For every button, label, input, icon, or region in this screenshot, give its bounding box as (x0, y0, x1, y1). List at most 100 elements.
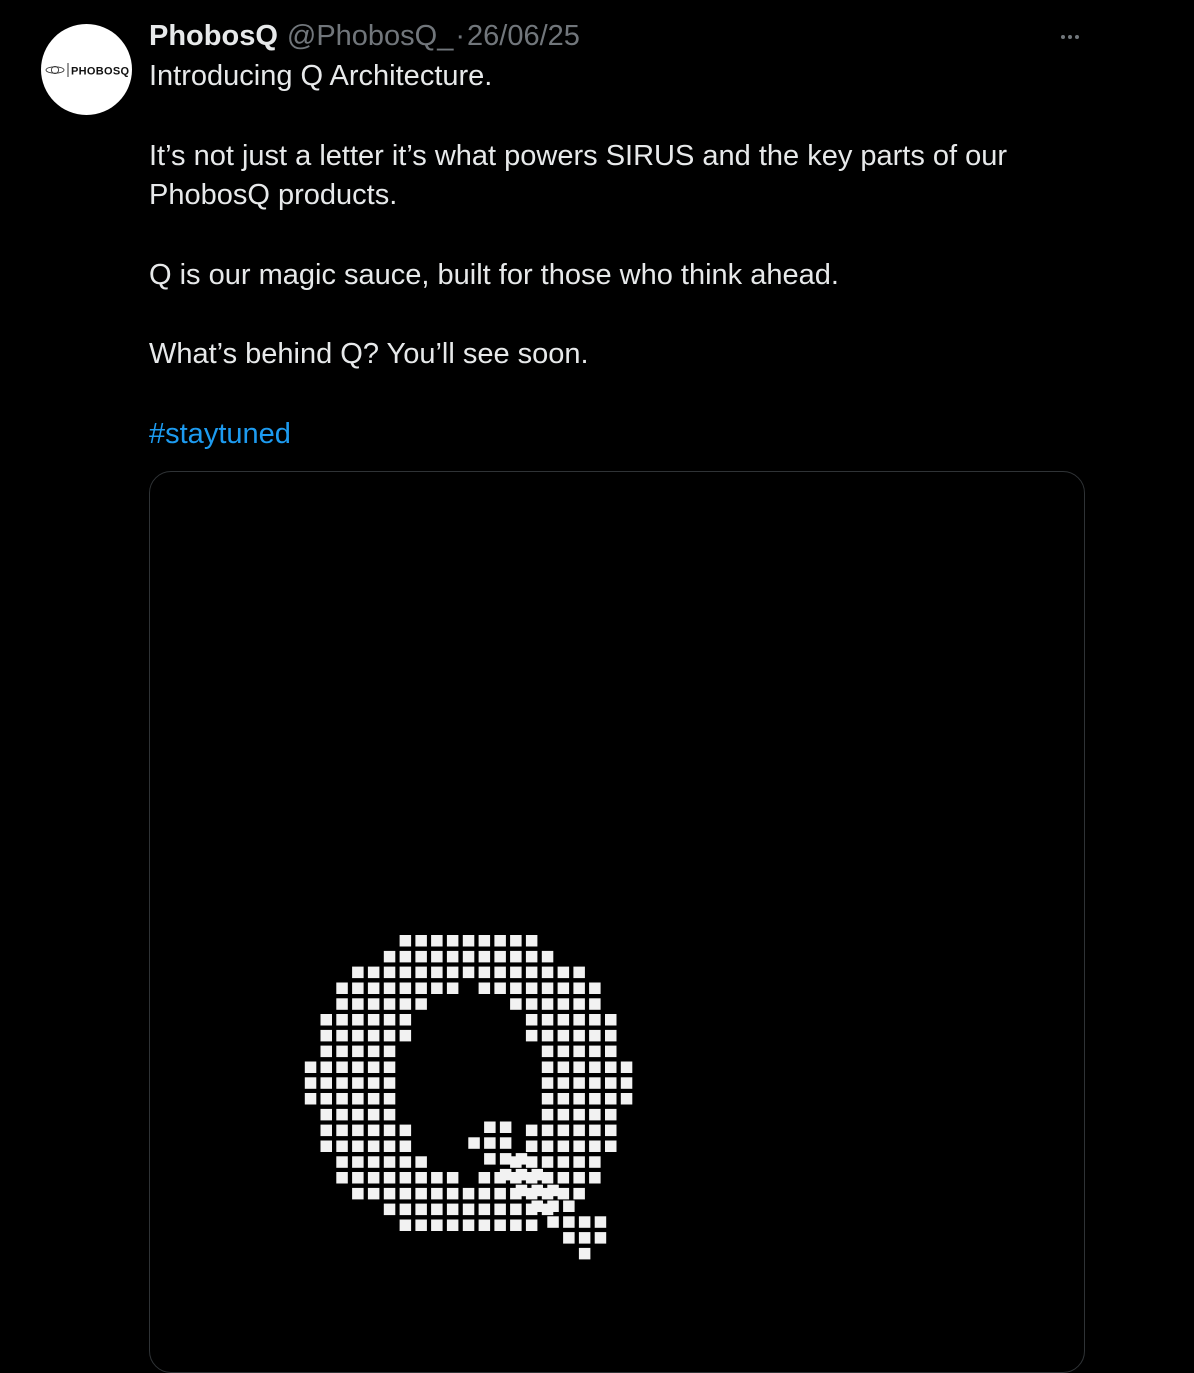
q-pixel-tile (383, 1077, 396, 1089)
q-pixel-tile (415, 982, 427, 994)
q-pixel-tile (367, 1045, 380, 1058)
q-pixel-tile (557, 1093, 570, 1105)
q-pixel-tile (383, 998, 396, 1010)
q-pixel-tile (367, 1172, 380, 1184)
q-pixel-tile (573, 1093, 585, 1105)
q-pixel-tile (589, 1077, 601, 1089)
q-pixel-tile (462, 966, 475, 979)
q-pixel-tile (484, 1121, 496, 1133)
q-pixel-tile (352, 1093, 364, 1105)
hashtag-link[interactable]: #staytuned (149, 418, 291, 450)
q-pixel-tile (494, 1219, 506, 1231)
q-pixel-tile (525, 1124, 538, 1137)
q-pixel-tile (304, 1093, 317, 1105)
q-pixel-tile (541, 1093, 554, 1105)
q-pixel-tile (578, 1216, 591, 1228)
q-pixel-tile (399, 982, 412, 994)
q-pixel-tile (557, 1187, 570, 1200)
q-pixel-tile (383, 1140, 396, 1152)
q-pixel-tile (383, 950, 396, 963)
q-pixel-tile (541, 1061, 554, 1073)
q-pixel-tile (573, 1156, 585, 1168)
q-pixel-tile (525, 1219, 538, 1231)
q-pixel-tile (510, 966, 522, 979)
q-pixel-tile (499, 1153, 512, 1165)
q-pixel-tile (510, 935, 522, 947)
q-pixel-tile (499, 1121, 512, 1133)
q-pixel-tile (336, 1077, 348, 1089)
q-pixel-tile (399, 1172, 412, 1184)
q-pixel-tile (367, 966, 380, 979)
q-pixel-tile (573, 1029, 585, 1042)
q-pixel-tile (557, 982, 570, 994)
tweet-timestamp[interactable]: 26/06/25 (467, 16, 580, 56)
q-pixel-tile (573, 998, 585, 1010)
author-display-name[interactable]: PhobosQ (149, 16, 278, 56)
q-pixel-tile (352, 1172, 364, 1184)
q-pixel-tile (541, 1077, 554, 1089)
q-pixel-tile (320, 1140, 332, 1152)
q-pixel-tile (510, 998, 522, 1010)
q-pixel-tile (336, 1108, 348, 1121)
pixel-q-logo-icon (304, 935, 633, 1260)
more-options-button[interactable] (1050, 20, 1090, 54)
q-pixel-tile (336, 1045, 348, 1058)
q-pixel-tile (446, 1172, 459, 1184)
q-pixel-tile (336, 998, 348, 1010)
tweet[interactable]: PHOBOSQ PhobosQ @PhobosQ_ · 26/06/25 Int… (0, 0, 1194, 1373)
q-pixel-tile (541, 1140, 554, 1152)
q-pixel-tile (478, 935, 491, 947)
q-pixel-tile (399, 1014, 412, 1026)
q-pixel-tile (547, 1184, 559, 1197)
q-pixel-tile (547, 1200, 559, 1212)
q-pixel-tile (336, 1156, 348, 1168)
tweet-text-line: PhobosQ products. (149, 179, 398, 211)
author-handle[interactable]: @PhobosQ_ (287, 16, 453, 56)
q-pixel-tile (525, 998, 538, 1010)
q-pixel-tile (383, 1014, 396, 1026)
q-pixel-tile (415, 1156, 427, 1168)
q-pixel-tile (383, 1108, 396, 1121)
q-pixel-tile (531, 1200, 543, 1212)
q-pixel-tile (367, 1093, 380, 1105)
q-pixel-tile (431, 1187, 443, 1200)
tweet-header: PhobosQ @PhobosQ_ · 26/06/25 (149, 16, 580, 56)
q-pixel-tile (352, 1156, 364, 1168)
q-pixel-tile (399, 935, 412, 947)
media-attachment[interactable] (149, 471, 1085, 1373)
q-pixel-tile (336, 1029, 348, 1042)
q-pixel-tile (352, 1140, 364, 1152)
q-pixel-tile (431, 1219, 443, 1231)
q-pixel-tile (541, 998, 554, 1010)
q-pixel-tile (594, 1232, 607, 1244)
q-pixel-tile (383, 1156, 396, 1168)
q-pixel-tile (541, 1108, 554, 1121)
q-pixel-tile (563, 1216, 575, 1228)
q-pixel-tile (510, 1219, 522, 1231)
phobosq-logo-icon: PHOBOSQ (45, 63, 129, 78)
q-pixel-tile (499, 1137, 512, 1149)
tweet-text-line: It’s not just a letter it’s what powers … (149, 140, 1008, 172)
q-pixel-tile (367, 1187, 380, 1200)
author-avatar[interactable]: PHOBOSQ (41, 24, 132, 115)
q-pixel-tile (446, 1203, 459, 1216)
q-pixel-tile (484, 1153, 496, 1165)
q-pixel-tile (336, 1093, 348, 1105)
q-pixel-tile (478, 1219, 491, 1231)
q-pixel-tile (431, 982, 443, 994)
q-pixel-tile (605, 1124, 617, 1137)
q-pixel-tile (415, 1203, 427, 1216)
q-pixel-tile (320, 1077, 332, 1089)
q-pixel-tile (525, 1140, 538, 1152)
q-pixel-tile (547, 1216, 559, 1228)
q-pixel-tile (446, 1187, 459, 1200)
q-pixel-tile (573, 1014, 585, 1026)
q-pixel-tile (304, 1061, 317, 1073)
q-pixel-tile (352, 966, 364, 979)
q-pixel-tile (367, 1108, 380, 1121)
q-pixel-tile (336, 982, 348, 994)
q-pixel-tile (573, 1187, 585, 1200)
q-pixel-tile (462, 1203, 475, 1216)
q-pixel-tile (557, 1045, 570, 1058)
q-pixel-tile (415, 966, 427, 979)
